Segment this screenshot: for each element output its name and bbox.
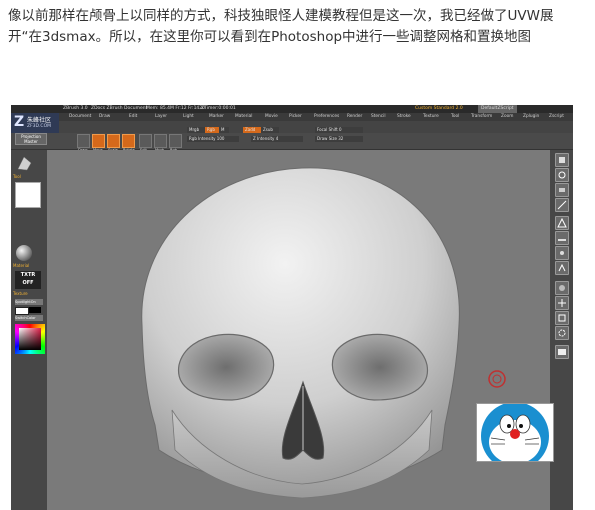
menu-preferences[interactable]: Preferences bbox=[314, 113, 339, 121]
scale-mode-button[interactable]: Scale bbox=[107, 134, 120, 152]
scroll-icon[interactable] bbox=[555, 153, 569, 167]
zbrush-titlebar: ZBrush 3.0 ZDocs ZBrush Document Mem: 85… bbox=[11, 105, 573, 113]
scale-view-icon[interactable] bbox=[555, 311, 569, 325]
menu-light[interactable]: Light bbox=[183, 113, 194, 121]
menu-tool[interactable]: Tool bbox=[451, 113, 459, 121]
texture-off-line-2: OFF bbox=[22, 280, 34, 286]
ztimer-readout: ZTimer:0:00:01 bbox=[201, 106, 236, 111]
menu-render[interactable]: Render bbox=[347, 113, 362, 121]
main-color-swatch[interactable] bbox=[29, 307, 41, 313]
draw-size-slider[interactable]: Draw Size 32 bbox=[315, 136, 363, 142]
switch-color-button[interactable]: SwitchColor bbox=[15, 315, 43, 321]
zadd-toggle[interactable]: Zadd bbox=[243, 127, 261, 133]
texture-label: Texture bbox=[13, 291, 28, 296]
draw-mode-button[interactable]: Draw bbox=[77, 134, 90, 152]
zbrush-screenshot: ZBrush 3.0 ZDocs ZBrush Document Mem: 85… bbox=[11, 105, 573, 510]
alpha-thumbnail[interactable] bbox=[15, 182, 41, 208]
menu-stroke[interactable]: Stroke bbox=[397, 113, 411, 121]
doraemon-icon bbox=[481, 402, 549, 470]
rotate-view-icon[interactable] bbox=[555, 326, 569, 340]
menu-picker[interactable]: Picker bbox=[289, 113, 302, 121]
menu-marker[interactable]: Marker bbox=[209, 113, 224, 121]
material-label: Material bbox=[13, 263, 30, 268]
rotate-mode-button[interactable]: Rotate bbox=[122, 134, 135, 152]
menu-stencil[interactable]: Stencil bbox=[371, 113, 386, 121]
current-tool-thumbnail[interactable] bbox=[15, 154, 33, 172]
logo-glyph: Z bbox=[14, 114, 25, 130]
menu-zscript[interactable]: Zscript bbox=[549, 113, 564, 121]
brush-cursor bbox=[488, 370, 506, 388]
mrgb-field[interactable]: Mrgb bbox=[187, 127, 205, 133]
menu-layer[interactable]: Layer bbox=[155, 113, 167, 121]
menu-movie[interactable]: Movie bbox=[265, 113, 278, 121]
left-eye-socket bbox=[177, 333, 275, 401]
logo-chinese-text: 朱峰社区 bbox=[27, 117, 52, 124]
texture-off-button[interactable]: TXTR OFF bbox=[15, 271, 41, 289]
skull-model[interactable] bbox=[47, 150, 550, 510]
menu-document[interactable]: Document bbox=[69, 113, 91, 121]
tool-label: Tool bbox=[13, 174, 21, 179]
floor-icon[interactable] bbox=[555, 231, 569, 245]
menu-edit[interactable]: Edit bbox=[129, 113, 137, 121]
material-sphere-icon[interactable] bbox=[15, 244, 33, 262]
move-mode-button[interactable]: Move bbox=[92, 134, 105, 152]
app-title: ZBrush 3.0 bbox=[63, 106, 88, 111]
persp-icon[interactable] bbox=[555, 216, 569, 230]
texture-off-line-1: TXTR bbox=[20, 272, 36, 278]
actual-size-icon[interactable] bbox=[555, 183, 569, 197]
rgb-button[interactable]: Rgb bbox=[169, 134, 182, 152]
edit-mode-button[interactable]: Edit bbox=[139, 134, 152, 152]
master-label: Master bbox=[24, 139, 38, 144]
projection-master-button[interactable]: Projection Master bbox=[15, 133, 47, 145]
focal-shift-slider[interactable]: Focal Shift 0 bbox=[315, 127, 363, 133]
z-intensity-slider[interactable]: Z Intensity 4 bbox=[251, 136, 303, 142]
menu-zoom[interactable]: Zoom bbox=[501, 113, 513, 121]
zsub-toggle[interactable]: Zsub bbox=[261, 127, 279, 133]
m-field[interactable]: M bbox=[219, 127, 229, 133]
intro-line-1: 像以前那样在颅骨上以同样的方式，科技独眼怪人建模教程但是这一次，我已经做了UVW… bbox=[8, 8, 554, 24]
secondary-color-swatch[interactable] bbox=[15, 307, 29, 315]
ui-layout-selector[interactable]: Custom Standard 2.0 bbox=[415, 105, 463, 113]
rgb-intensity-slider[interactable]: Rgb Intensity 100 bbox=[187, 136, 239, 142]
move-view-icon[interactable] bbox=[555, 296, 569, 310]
menu-zplugin[interactable]: Zplugin bbox=[523, 113, 539, 121]
default-zscript-button[interactable]: DefaultZScript bbox=[478, 105, 517, 113]
intro-line-2: 开“在3dsmax。所以，在这里你可以看到在Photoshop中进行一些调整网格… bbox=[8, 29, 532, 45]
menu-draw[interactable]: Draw bbox=[99, 113, 110, 121]
color-picker-wheel[interactable] bbox=[15, 324, 45, 354]
main-menubar: Document Draw Edit Layer Light Marker Ma… bbox=[59, 113, 573, 121]
local-symmetry-icon[interactable] bbox=[555, 246, 569, 260]
frame-icon[interactable] bbox=[555, 281, 569, 295]
polyframe-icon[interactable] bbox=[555, 345, 569, 359]
zbrush-logo: Z 朱峰社区 ZF3D.COM bbox=[11, 113, 59, 133]
logo-site-text: ZF3D.COM bbox=[27, 124, 51, 129]
right-eye-socket bbox=[331, 333, 429, 401]
doraemon-sticker bbox=[476, 402, 554, 470]
xyz-rotate-icon[interactable] bbox=[555, 261, 569, 275]
memory-readout: Mem: 85.4M Fr:12 Fr:1420 bbox=[146, 106, 206, 111]
zoom-icon[interactable] bbox=[555, 168, 569, 182]
color-saturation-square[interactable] bbox=[19, 328, 41, 350]
menu-transform[interactable]: Transform bbox=[471, 113, 492, 121]
tool-shape-icon bbox=[17, 156, 32, 171]
document-canvas[interactable] bbox=[47, 150, 550, 510]
left-shelf: Tool Material TXTR OFF Texture Spotlight… bbox=[11, 150, 47, 510]
menu-material[interactable]: Material bbox=[235, 113, 252, 121]
article-intro: 像以前那样在颅骨上以同样的方式，科技独眼怪人建模教程但是这一次，我已经做了UVW… bbox=[8, 6, 588, 48]
rgb-field[interactable]: Rgb bbox=[205, 127, 219, 133]
half-size-icon[interactable] bbox=[555, 198, 569, 212]
spotlight-button[interactable]: SpotlightOn bbox=[15, 299, 43, 305]
document-title: ZDocs ZBrush Document bbox=[91, 106, 148, 111]
menu-texture[interactable]: Texture bbox=[423, 113, 439, 121]
mrgb-button[interactable]: Mrgb bbox=[154, 134, 167, 152]
